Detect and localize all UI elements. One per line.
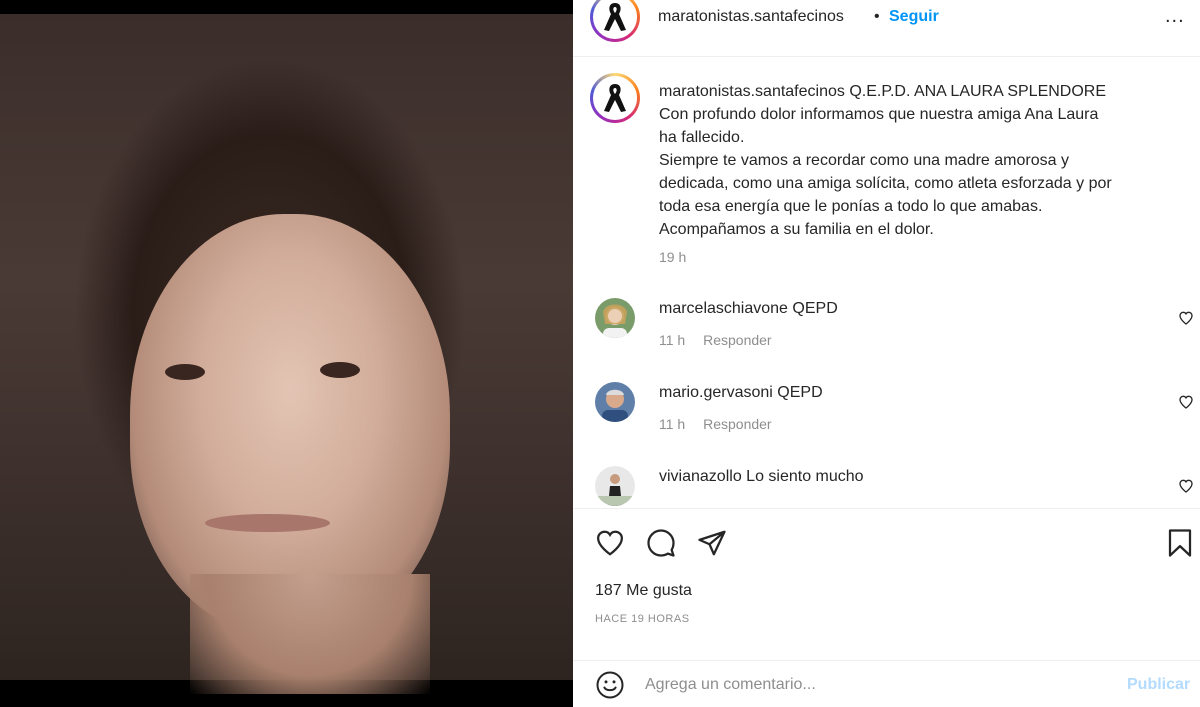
comments-section[interactable]: maratonistas.santafecinos Q.E.P.D. ANA L… — [573, 58, 1200, 508]
post-timestamp[interactable]: HACE 19 HORAS — [595, 613, 690, 625]
caption-line: dedicada, como una amiga solícita, como … — [659, 175, 1112, 192]
post-header: maratonistas.santafecinos • Seguir ... — [573, 0, 1200, 57]
caption-line: ha fallecido. — [659, 129, 745, 146]
author-avatar[interactable] — [590, 0, 640, 42]
reply-button[interactable]: Responder — [703, 332, 772, 348]
right-eye-shape — [320, 362, 360, 378]
comment-body: QEPD — [777, 384, 823, 401]
portrait-image — [0, 14, 573, 694]
comment-item: mario.gervasoni QEPD 11 h Responder — [573, 382, 1200, 452]
paper-plane-icon[interactable] — [697, 528, 727, 558]
separator-dot: • — [874, 8, 880, 25]
heart-icon[interactable] — [595, 528, 625, 558]
comment-text: mario.gervasoni QEPD — [659, 384, 823, 402]
caption-line: toda esa energía que le ponías a todo lo… — [659, 198, 1043, 215]
commenter-avatar[interactable] — [595, 466, 635, 506]
caption-line: Siempre te vamos a recordar como una mad… — [659, 152, 1069, 169]
post-photo[interactable] — [0, 0, 573, 707]
black-ribbon-icon — [604, 84, 626, 112]
black-ribbon-icon — [604, 3, 626, 31]
comment-input[interactable] — [645, 671, 1105, 699]
caption-username[interactable]: maratonistas.santafecinos — [659, 83, 845, 100]
caption-time[interactable]: 19 h — [659, 249, 686, 265]
caption-line: Acompañamos a su familia en el dolor. — [659, 221, 934, 238]
reply-button[interactable]: Responder — [703, 416, 772, 432]
post-actions: 187 Me gusta HACE 19 HORAS — [573, 508, 1200, 658]
face-shape — [130, 214, 450, 634]
comment-text: vivianazollo Lo siento mucho — [659, 468, 864, 486]
publish-button[interactable]: Publicar — [1127, 676, 1190, 694]
comment-meta: 11 h Responder — [659, 332, 772, 348]
caption-line: Q.E.P.D. ANA LAURA SPLENDORE — [849, 83, 1107, 100]
comment-item: vivianazollo Lo siento mucho — [573, 466, 1200, 508]
instagram-post-view: maratonistas.santafecinos • Seguir ... m… — [0, 0, 1200, 707]
comment-like-heart-icon[interactable] — [1178, 394, 1194, 410]
commenter-avatar[interactable] — [595, 382, 635, 422]
comment-username[interactable]: marcelaschiavone — [659, 300, 788, 317]
post-side-panel: maratonistas.santafecinos • Seguir ... m… — [573, 0, 1200, 707]
more-options-icon[interactable]: ... — [1165, 5, 1185, 28]
smiley-icon[interactable] — [595, 670, 625, 700]
avatar-photo-icon — [595, 466, 635, 506]
bookmark-icon[interactable] — [1165, 528, 1195, 558]
comment-like-heart-icon[interactable] — [1178, 478, 1194, 494]
caption-line: Con profundo dolor informamos que nuestr… — [659, 106, 1099, 123]
comment-username[interactable]: vivianazollo — [659, 468, 742, 485]
author-username[interactable]: maratonistas.santafecinos — [658, 8, 844, 26]
comment-meta: 11 h Responder — [659, 416, 772, 432]
comment-time[interactable]: 11 h — [659, 332, 685, 348]
caption-text: maratonistas.santafecinos Q.E.P.D. ANA L… — [659, 80, 1179, 241]
comment-body: Lo siento mucho — [746, 468, 864, 485]
comment-body: QEPD — [792, 300, 838, 317]
caption-avatar[interactable] — [590, 73, 640, 123]
commenter-avatar[interactable] — [595, 298, 635, 338]
follow-button[interactable]: Seguir — [889, 8, 939, 26]
add-comment-bar: Publicar — [573, 660, 1200, 707]
likes-count[interactable]: 187 Me gusta — [595, 582, 692, 600]
avatar-photo-icon — [595, 298, 635, 338]
left-eye-shape — [165, 364, 205, 380]
comment-like-heart-icon[interactable] — [1178, 310, 1194, 326]
neck-shape — [190, 574, 430, 694]
avatar-photo-icon — [595, 382, 635, 422]
mouth-shape — [205, 514, 330, 532]
comment-username[interactable]: mario.gervasoni — [659, 384, 773, 401]
comment-item: marcelaschiavone QEPD 11 h Responder — [573, 298, 1200, 368]
comment-text: marcelaschiavone QEPD — [659, 300, 838, 318]
comment-time[interactable]: 11 h — [659, 416, 685, 432]
comment-bubble-icon[interactable] — [646, 528, 676, 558]
